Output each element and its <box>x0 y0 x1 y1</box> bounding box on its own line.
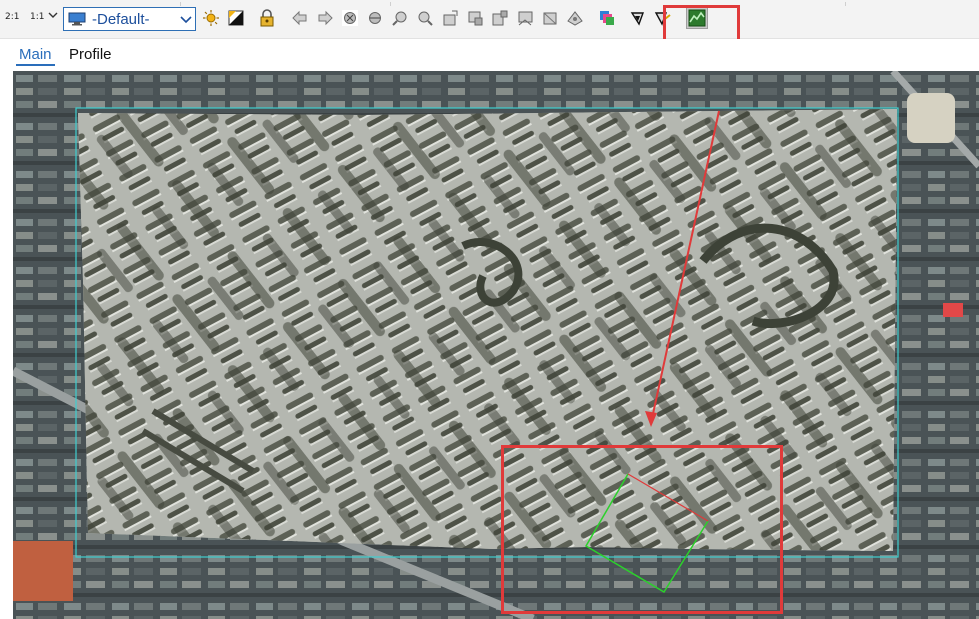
sun-light-icon[interactable] <box>202 9 220 27</box>
rotate-icon[interactable] <box>341 9 359 27</box>
zoom-in-icon[interactable] <box>391 9 409 27</box>
view-west-icon[interactable] <box>516 9 534 27</box>
view-tabs: Main Profile <box>0 39 979 70</box>
measure-icon[interactable] <box>629 9 647 27</box>
view-south-icon[interactable] <box>466 9 484 27</box>
view-north-icon[interactable] <box>441 9 459 27</box>
toolbar: 2:1 1:1 -Default- <box>0 0 979 43</box>
separator <box>180 2 181 6</box>
view-top-icon[interactable] <box>541 9 559 27</box>
rotate-3d-icon[interactable] <box>366 9 384 27</box>
monitor-icon <box>68 12 86 26</box>
style-dropdown[interactable]: -Default- <box>63 7 196 31</box>
chevron-down-icon[interactable] <box>47 9 59 21</box>
map-canvas[interactable] <box>13 71 979 619</box>
profile-tool-highlight <box>663 5 740 43</box>
profile-area-highlight <box>501 445 783 614</box>
style-dropdown-value: -Default- <box>92 11 150 28</box>
separator <box>390 2 391 6</box>
layers-icon[interactable] <box>598 9 616 27</box>
map-view[interactable] <box>13 71 979 619</box>
view-east-icon[interactable] <box>491 9 509 27</box>
contrast-icon[interactable] <box>227 9 245 27</box>
pan-left-icon[interactable] <box>291 9 309 27</box>
fly-icon[interactable] <box>566 9 584 27</box>
lock-icon[interactable] <box>258 9 276 27</box>
tab-profile[interactable]: Profile <box>66 45 115 64</box>
zoom-1-1-button[interactable]: 1:1 <box>30 12 44 22</box>
tab-main[interactable]: Main <box>16 45 55 66</box>
zoom-2-1-button[interactable]: 2:1 <box>5 12 19 22</box>
chevron-down-icon[interactable] <box>180 14 192 24</box>
pan-right-icon[interactable] <box>316 9 334 27</box>
zoom-out-icon[interactable] <box>416 9 434 27</box>
separator <box>845 2 846 6</box>
